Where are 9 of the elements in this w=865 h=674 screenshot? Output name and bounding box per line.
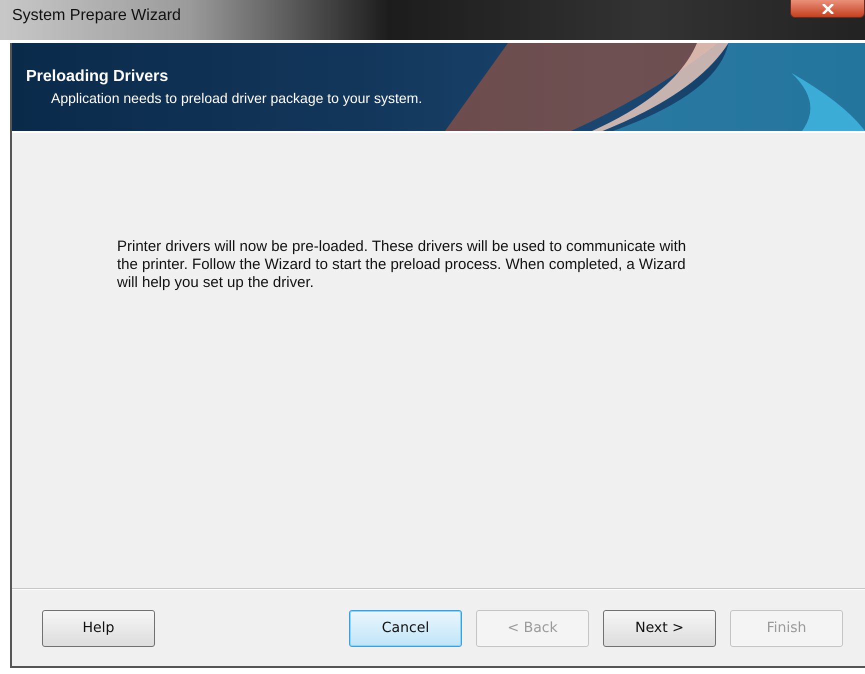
page-title: Preloading Drivers <box>26 68 170 86</box>
instructions-text: Printer drivers will now be pre-loaded. These drivers will be used to communicate with the printer. Follow the Wizard to start the preload process. When completed, a Wizard will help you set up the driver. <box>117 238 688 292</box>
wizard-button[interactable]: Next > <box>603 610 716 646</box>
close-icon <box>820 4 834 14</box>
window-title: System Prepare Wizard <box>12 7 181 25</box>
wizard-button[interactable]: Cancel <box>349 610 462 646</box>
close-button[interactable] <box>790 0 865 18</box>
help-button[interactable]: Help <box>42 610 155 646</box>
page-subtitle: Application needs to preload driver package to your system. <box>51 90 424 106</box>
